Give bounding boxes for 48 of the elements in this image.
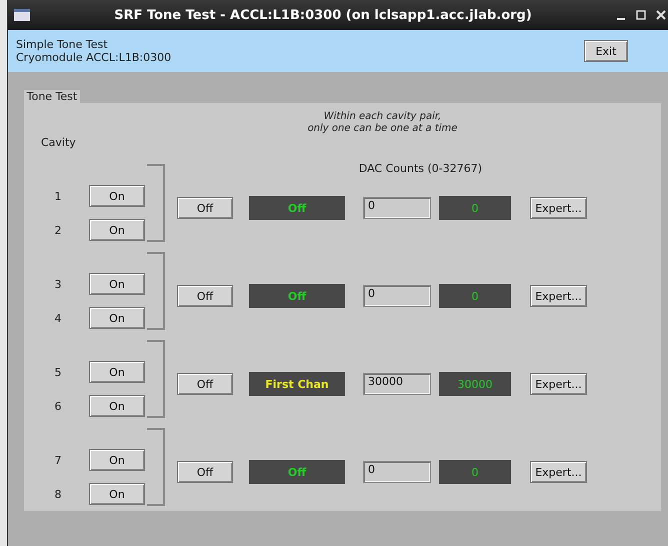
on-button[interactable]: On: [89, 395, 145, 417]
expert-button[interactable]: Expert...: [530, 461, 587, 483]
off-button[interactable]: Off: [177, 461, 233, 483]
status-text: Off: [288, 466, 306, 478]
window-icon: [14, 9, 30, 21]
readback-display: 0: [439, 460, 511, 484]
cavity-number: 2: [54, 224, 62, 236]
column-heading: DAC Counts (0-32767): [358, 162, 482, 175]
on-button[interactable]: On: [89, 219, 145, 241]
cavity-number: 8: [54, 488, 62, 500]
note-text: Within each cavity pair,: [324, 111, 442, 123]
off-button[interactable]: Off: [177, 373, 233, 395]
dac-input-field[interactable]: 0: [363, 197, 431, 219]
cavity-number: 7: [54, 454, 62, 466]
dac-input-field[interactable]: 0: [363, 461, 431, 483]
cavity-number: 3: [54, 278, 62, 290]
off-button[interactable]: Off: [177, 197, 233, 219]
on-button[interactable]: On: [89, 185, 145, 207]
readback-display: 0: [439, 284, 511, 308]
note-text: only one can be one at a time: [308, 123, 458, 135]
window-title: SRF Tone Test - ACCL:L1B:0300 (on lclsapp1.acc.jlab.org): [113, 8, 533, 22]
readback-display: 30000: [439, 372, 511, 396]
tab[interactable]: Tone Test: [24, 90, 80, 103]
cavity-number: 4: [54, 312, 62, 324]
status-text: Off: [288, 290, 306, 302]
dac-input-field[interactable]: 0: [363, 285, 431, 307]
cavity-number: 5: [54, 366, 62, 378]
expert-button[interactable]: Expert...: [530, 373, 587, 395]
readback-display: 0: [439, 196, 511, 220]
dac-input-field[interactable]: 30000: [363, 373, 431, 395]
cavity-number: 6: [54, 400, 62, 412]
maximize-icon[interactable]: [634, 8, 648, 22]
on-button[interactable]: On: [89, 361, 145, 383]
on-button[interactable]: On: [89, 449, 145, 471]
exit-button[interactable]: Exit: [584, 40, 628, 62]
header-text: Simple Tone Test: [16, 38, 109, 51]
expert-button[interactable]: Expert...: [530, 285, 587, 307]
expert-button[interactable]: Expert...: [530, 197, 587, 219]
header-text: Cryomodule ACCL:L1B:0300: [16, 51, 172, 64]
on-button[interactable]: On: [89, 273, 145, 295]
column-heading: Cavity: [41, 136, 76, 149]
on-button[interactable]: On: [89, 483, 145, 505]
status-text: Off: [288, 202, 306, 214]
cavity-number: 1: [54, 190, 62, 202]
close-icon[interactable]: [654, 8, 668, 22]
off-button[interactable]: Off: [177, 285, 233, 307]
status-text: First Chan: [265, 378, 329, 390]
on-button[interactable]: On: [89, 307, 145, 329]
